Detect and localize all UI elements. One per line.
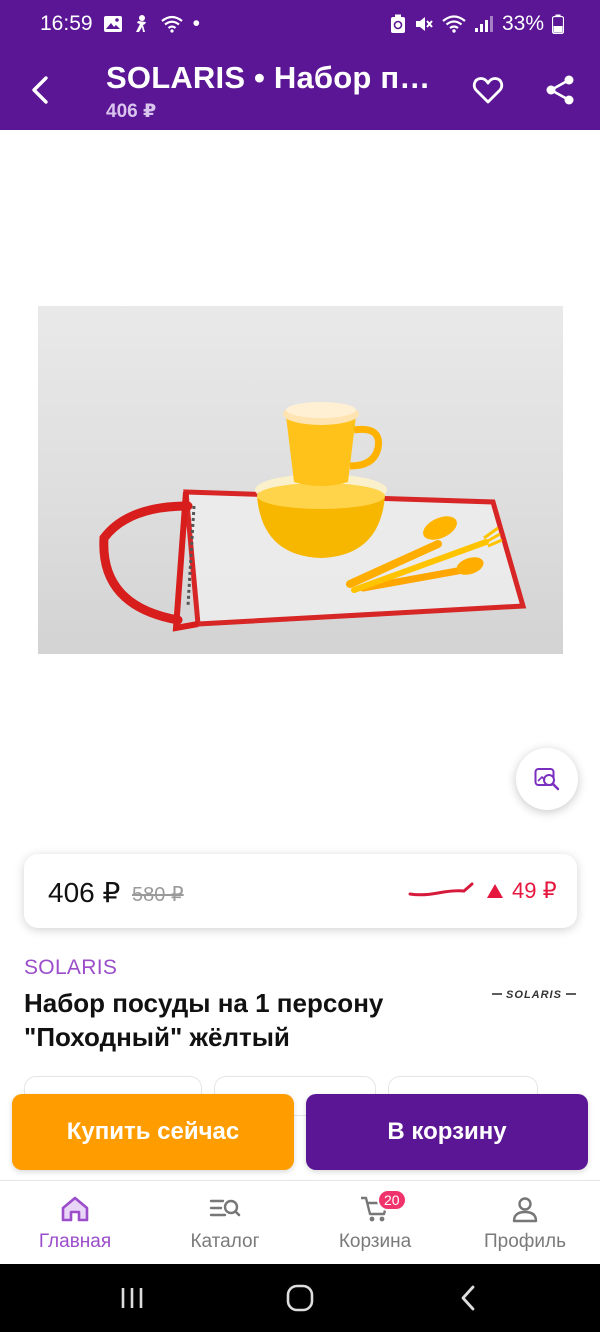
- price-card[interactable]: 406 ₽ 580 ₽ 49 ₽: [24, 854, 577, 928]
- nav-label: Каталог: [190, 1231, 260, 1252]
- back-arrow-icon: [32, 76, 48, 104]
- nav-item-cart[interactable]: 20 Корзина: [300, 1181, 450, 1265]
- brand-link[interactable]: SOLARIS: [24, 956, 117, 980]
- profile-icon: [511, 1193, 539, 1225]
- wifi-icon: [442, 15, 466, 33]
- buy-now-button[interactable]: Купить сейчас: [12, 1094, 294, 1170]
- brand-logo[interactable]: SOLARIS: [490, 984, 578, 1009]
- recent-apps-icon: [121, 1288, 143, 1308]
- share-icon: [546, 75, 574, 105]
- gallery-icon: [103, 15, 123, 33]
- battery-percent: 33%: [501, 12, 544, 35]
- accessibility-icon: [133, 14, 151, 34]
- share-button[interactable]: [538, 70, 582, 110]
- chevron-left-icon: [461, 1285, 475, 1311]
- status-bar: 16:59 • 33%: [0, 0, 600, 48]
- recent-apps-button[interactable]: [102, 1278, 162, 1318]
- product-photo[interactable]: [38, 306, 563, 654]
- price-change-value: 49 ₽: [512, 878, 557, 903]
- brand-logo-text: SOLARIS: [506, 989, 562, 1001]
- nav-item-catalog[interactable]: Каталог: [150, 1181, 300, 1265]
- catalog-search-icon: [209, 1193, 241, 1225]
- nav-item-profile[interactable]: Профиль: [450, 1181, 600, 1265]
- back-button[interactable]: [20, 70, 60, 110]
- wifi-calling-icon: [160, 15, 183, 33]
- price-history-sparkline: [408, 882, 474, 897]
- product-title: Набор посуды на 1 персону "Походный" жёл…: [24, 988, 384, 1052]
- signal-icon: [474, 15, 494, 33]
- nav-label: Профиль: [483, 1231, 567, 1252]
- home-system-button[interactable]: [270, 1278, 330, 1318]
- triangle-up-icon: [487, 884, 503, 898]
- image-search-icon: [534, 768, 560, 791]
- bottom-navigation: Главная Каталог 20 Корзина Профиль: [0, 1180, 600, 1264]
- cart-icon: 20: [359, 1189, 407, 1225]
- status-right: 33%: [390, 12, 564, 36]
- home-circle-icon: [286, 1284, 314, 1312]
- heart-icon: [472, 77, 504, 104]
- add-to-cart-button[interactable]: В корзину: [306, 1094, 588, 1170]
- recycle-icon: [390, 14, 406, 34]
- old-price: 580 ₽: [132, 884, 184, 906]
- price-change: 49 ₽: [486, 878, 557, 904]
- home-icon: [60, 1193, 90, 1225]
- battery-icon: [552, 14, 564, 34]
- favorite-button[interactable]: [466, 70, 510, 110]
- current-price: 406 ₽: [48, 877, 121, 908]
- system-back-button[interactable]: [438, 1278, 498, 1318]
- status-dot: •: [192, 12, 200, 35]
- page-subtitle-price: 406 ₽: [106, 101, 157, 122]
- find-similar-button[interactable]: [516, 748, 578, 810]
- cart-badge: 20: [377, 1189, 407, 1211]
- status-left: 16:59 •: [40, 12, 200, 36]
- nav-label: Корзина: [338, 1231, 412, 1252]
- status-time: 16:59: [40, 12, 93, 35]
- mute-icon: [414, 14, 434, 34]
- nav-label: Главная: [38, 1231, 112, 1252]
- page-title: SOLARIS • Набор пос...: [106, 60, 446, 95]
- nav-item-home[interactable]: Главная: [0, 1181, 150, 1265]
- app-bar: SOLARIS • Набор пос... 406 ₽: [0, 48, 600, 130]
- system-navigation-bar: [0, 1264, 600, 1332]
